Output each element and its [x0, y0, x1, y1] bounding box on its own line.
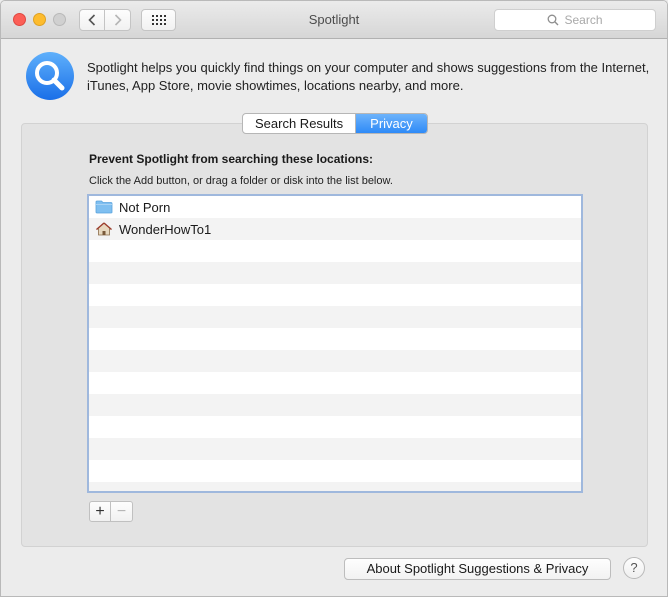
about-suggestions-privacy-button[interactable]: About Spotlight Suggestions & Privacy	[344, 558, 611, 580]
tab-control: Search Results Privacy	[242, 113, 428, 134]
empty-row	[89, 284, 581, 306]
empty-row	[89, 350, 581, 372]
title-bar: Spotlight Search	[1, 1, 667, 39]
excluded-locations-list[interactable]: Not Porn WonderHowTo1	[87, 194, 583, 493]
tab-privacy[interactable]: Privacy	[356, 114, 427, 133]
empty-row	[89, 306, 581, 328]
empty-row	[89, 372, 581, 394]
search-placeholder: Search	[564, 13, 603, 27]
list-item[interactable]: Not Porn	[89, 196, 581, 218]
list-item-label: Not Porn	[119, 199, 171, 215]
empty-row	[89, 438, 581, 460]
search-icon	[548, 14, 559, 26]
home-icon	[95, 222, 113, 236]
empty-row	[89, 460, 581, 482]
empty-row	[89, 394, 581, 416]
spotlight-description: Spotlight helps you quickly find things …	[87, 60, 650, 93]
list-item-label: WonderHowTo1	[119, 221, 212, 237]
list-item[interactable]: WonderHowTo1	[89, 218, 581, 240]
empty-row	[89, 482, 581, 491]
empty-row	[89, 416, 581, 438]
spotlight-magnifier-icon	[26, 52, 74, 100]
privacy-heading: Prevent Spotlight from searching these l…	[89, 152, 374, 166]
add-location-button[interactable]: +	[89, 501, 111, 522]
privacy-instructions: Click the Add button, or drag a folder o…	[89, 175, 393, 187]
help-button[interactable]: ?	[623, 557, 645, 579]
empty-row	[89, 262, 581, 284]
empty-row	[89, 240, 581, 262]
empty-row	[89, 328, 581, 350]
list-rows: Not Porn WonderHowTo1	[89, 196, 581, 491]
tab-search-results[interactable]: Search Results	[243, 114, 357, 133]
folder-icon	[95, 200, 113, 214]
search-field[interactable]: Search	[494, 9, 656, 31]
preferences-window: Spotlight Search Spotlight helps you qui…	[0, 0, 668, 597]
remove-location-button[interactable]: −	[111, 501, 133, 522]
